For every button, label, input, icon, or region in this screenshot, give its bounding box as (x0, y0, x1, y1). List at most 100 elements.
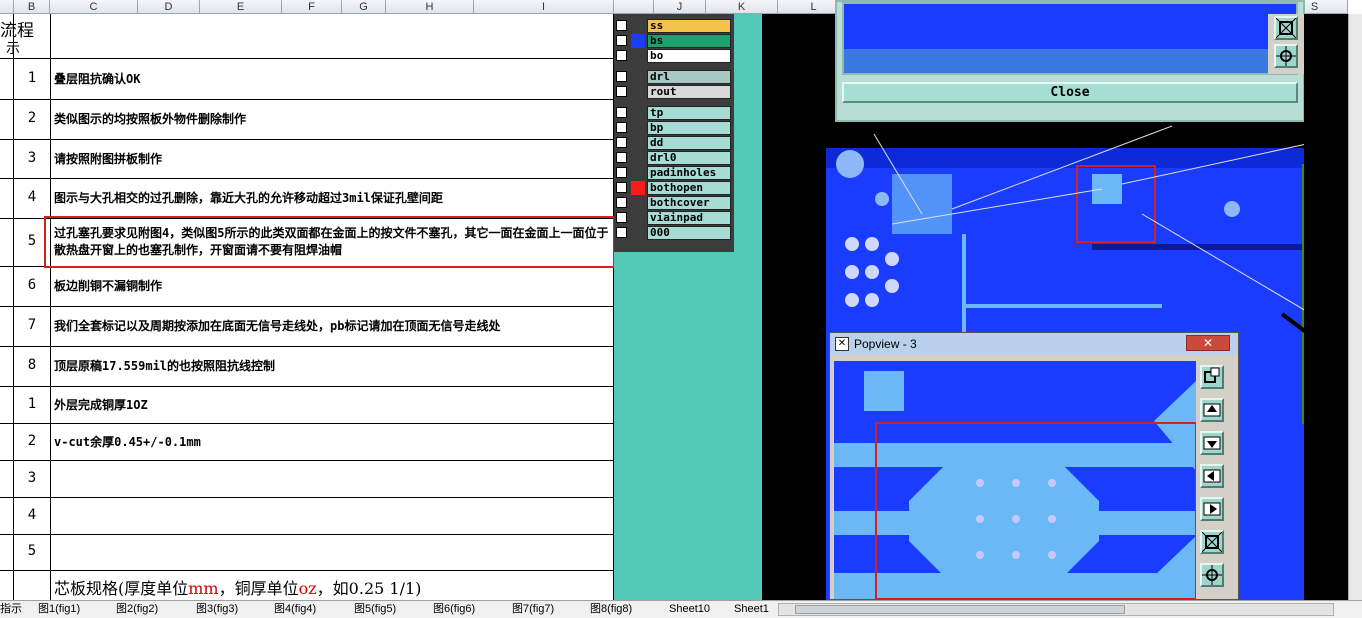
vertical-scrollbar[interactable] (1348, 14, 1362, 600)
step-number[interactable]: 2 (14, 110, 50, 126)
step-instruction-cell[interactable]: 顶层原稿17.559mil的也按照阻抗线控制 (54, 358, 610, 375)
layer-name[interactable]: bothopen (647, 181, 731, 195)
step-instruction-cell[interactable]: 我们全套标记以及周期按添加在底面无信号走线处，pb标记请加在顶面无信号走线处 (54, 318, 610, 335)
column-header[interactable]: B (14, 0, 50, 14)
pan-button[interactable] (1274, 44, 1298, 68)
sheet-tab[interactable]: 图3(fig3) (196, 602, 238, 617)
horizontal-scrollbar[interactable] (778, 603, 1334, 616)
step-instruction-cell[interactable]: 类似图示的均按照板外物件删除制作 (54, 111, 610, 128)
layer-name[interactable]: rout (647, 85, 731, 99)
column-header[interactable]: H (386, 0, 474, 14)
sheet-tab[interactable]: Sheet1 (734, 602, 769, 617)
layer-name[interactable]: bothcover (647, 196, 731, 210)
layer-color-swatch[interactable] (631, 49, 645, 63)
layer-visibility-checkbox[interactable] (616, 50, 627, 61)
column-header[interactable]: F (282, 0, 342, 14)
step-number[interactable]: 3 (14, 470, 50, 486)
layer-color-swatch[interactable] (631, 106, 645, 120)
layer-color-swatch[interactable] (631, 226, 645, 240)
close-button[interactable]: Close (842, 82, 1298, 103)
layer-visibility-checkbox[interactable] (616, 137, 627, 148)
layer-name[interactable]: padinholes (647, 166, 731, 180)
layer-name[interactable]: drl0 (647, 151, 731, 165)
sheet-tab[interactable]: 图1(fig1) (38, 602, 80, 617)
column-header[interactable]: D (138, 0, 200, 14)
step-number[interactable]: 8 (14, 357, 50, 373)
sheet-tab[interactable]: 图8(fig8) (590, 602, 632, 617)
layer-name[interactable]: 000 (647, 226, 731, 240)
pan-all-button[interactable] (1200, 563, 1224, 587)
layer-color-swatch[interactable] (631, 166, 645, 180)
layer-visibility-checkbox[interactable] (616, 212, 627, 223)
step-number[interactable]: 4 (14, 189, 50, 205)
layer-color-swatch[interactable] (631, 196, 645, 210)
pan-up-button[interactable] (1200, 398, 1224, 422)
layer-visibility-checkbox[interactable] (616, 35, 627, 46)
layer-color-swatch[interactable] (631, 34, 645, 48)
column-header[interactable]: K (706, 0, 778, 14)
layer-name[interactable]: drl (647, 70, 731, 84)
spreadsheet-grid[interactable]: 流程 示 1 叠层阻抗确认OK 2 类似图示的均按照板外物件删除制作 3 请按照附图拼板制… (0, 14, 615, 600)
layer-color-swatch[interactable] (631, 151, 645, 165)
layer-visibility-checkbox[interactable] (616, 167, 627, 178)
step-number[interactable]: 2 (14, 433, 50, 449)
layer-name[interactable]: dd (647, 136, 731, 150)
step-number[interactable]: 3 (14, 150, 50, 166)
layer-name[interactable]: bp (647, 121, 731, 135)
step-number[interactable]: 7 (14, 317, 50, 333)
zoom-fit-button[interactable] (1274, 16, 1298, 40)
pan-right-button[interactable] (1200, 497, 1224, 521)
sheet-tab[interactable]: 图2(fig2) (116, 602, 158, 617)
layer-color-swatch[interactable] (631, 211, 645, 225)
step-instruction-cell[interactable]: 叠层阻抗确认OK (54, 71, 610, 88)
spec-heading-cell[interactable]: 芯板规格(厚度单位mm，铜厚单位oz，如0.25 1/1) (54, 575, 421, 599)
layer-color-swatch[interactable] (631, 85, 645, 99)
column-header[interactable]: C (50, 0, 138, 14)
layer-visibility-checkbox[interactable] (616, 122, 627, 133)
layer-visibility-checkbox[interactable] (616, 107, 627, 118)
layer-color-swatch[interactable] (631, 19, 645, 33)
column-header[interactable] (614, 0, 654, 14)
column-header[interactable] (0, 0, 14, 14)
zoom-window-button[interactable] (1200, 365, 1224, 389)
step-number[interactable]: 6 (14, 277, 50, 293)
pan-down-button[interactable] (1200, 431, 1224, 455)
layer-name[interactable]: tp (647, 106, 731, 120)
layer-color-swatch[interactable] (631, 121, 645, 135)
column-header[interactable]: I (474, 0, 614, 14)
column-header[interactable]: G (342, 0, 386, 14)
step-number[interactable]: 1 (14, 396, 50, 412)
column-header[interactable]: E (200, 0, 282, 14)
step-number[interactable]: 4 (14, 507, 50, 523)
layer-visibility-checkbox[interactable] (616, 86, 627, 97)
layer-visibility-checkbox[interactable] (616, 182, 627, 193)
layer-visibility-checkbox[interactable] (616, 197, 627, 208)
sheet-tab[interactable]: 图6(fig6) (433, 602, 475, 617)
layer-color-swatch[interactable] (631, 181, 645, 195)
sheet-tab[interactable]: 图5(fig5) (354, 602, 396, 617)
popview-titlebar[interactable]: ✕ Popview - 3 ✕ (830, 333, 1238, 355)
sheet-tab[interactable]: 图4(fig4) (274, 602, 316, 617)
layer-name[interactable]: bs (647, 34, 731, 48)
pan-left-button[interactable] (1200, 464, 1224, 488)
column-header[interactable]: J (654, 0, 706, 14)
zoom-extents-button[interactable] (1200, 530, 1224, 554)
layer-color-swatch[interactable] (631, 70, 645, 84)
step-instruction-cell[interactable]: 外层完成铜厚1OZ (54, 397, 610, 414)
horizontal-scroll-thumb[interactable] (795, 605, 1125, 614)
layer-name[interactable]: bo (647, 49, 731, 63)
sheet-tab[interactable]: 图7(fig7) (512, 602, 554, 617)
layer-color-swatch[interactable] (631, 136, 645, 150)
sheet-tab[interactable]: 指示 (0, 602, 22, 617)
layer-visibility-checkbox[interactable] (616, 71, 627, 82)
layer-visibility-checkbox[interactable] (616, 20, 627, 31)
popview-close-icon[interactable]: ✕ (1186, 335, 1230, 351)
layer-name[interactable]: viainpad (647, 211, 731, 225)
layer-visibility-checkbox[interactable] (616, 152, 627, 163)
step-instruction-cell[interactable]: 请按照附图拼板制作 (54, 151, 610, 168)
step-instruction-cell[interactable]: 板边削铜不漏铜制作 (54, 278, 610, 295)
sheet-tab[interactable]: Sheet10 (669, 602, 710, 617)
layer-name[interactable]: ss (647, 19, 731, 33)
step-instruction-cell[interactable]: v-cut余厚0.45+/-0.1mm (54, 434, 610, 451)
step-number[interactable]: 1 (14, 70, 50, 86)
